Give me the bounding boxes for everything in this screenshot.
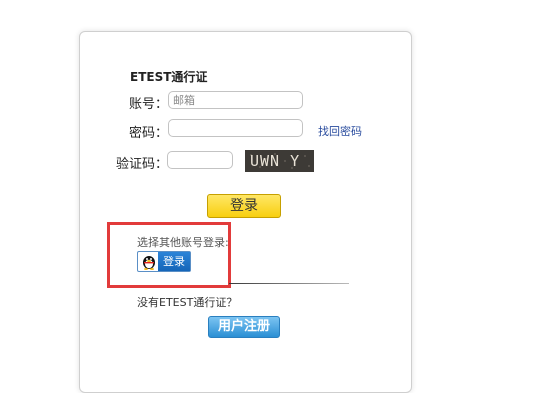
panel-title: ETEST通行证 <box>130 70 208 84</box>
register-button[interactable]: 用户注册 <box>208 316 280 338</box>
captcha-input[interactable] <box>167 151 233 169</box>
divider <box>229 283 349 284</box>
other-login-label: 选择其他账号登录: <box>137 236 229 249</box>
no-account-text: 没有ETEST通行证？ <box>137 296 238 309</box>
forgot-password-link[interactable]: 找回密码 <box>318 123 362 139</box>
qq-penguin-icon <box>143 256 155 270</box>
captcha-image[interactable]: UWN Y <box>245 150 314 172</box>
captcha-text: UWN Y <box>250 152 300 170</box>
qq-login-label: 登录 <box>158 252 190 271</box>
login-button[interactable]: 登录 <box>207 194 281 218</box>
password-input[interactable] <box>168 119 303 137</box>
qq-login-button[interactable]: 登录 <box>137 251 191 272</box>
account-input[interactable] <box>168 91 303 109</box>
captcha-label: 验证码： <box>116 157 169 172</box>
account-label: 账号： <box>129 97 169 112</box>
password-label: 密码： <box>129 126 169 141</box>
